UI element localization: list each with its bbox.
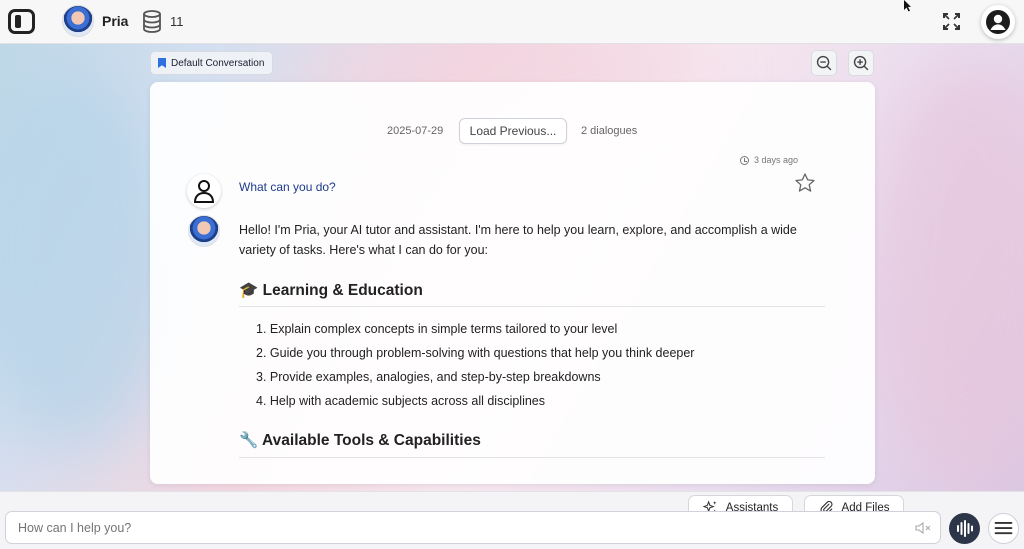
speaker-mute-icon[interactable] (915, 521, 931, 535)
conversation-tag[interactable]: Default Conversation (150, 51, 274, 75)
user-account-icon[interactable] (981, 5, 1015, 39)
conversation-tag-label: Default Conversation (171, 57, 265, 69)
mouse-cursor-icon (904, 0, 911, 12)
load-previous-button[interactable]: Load Previous... (459, 118, 567, 144)
pria-avatar (188, 215, 220, 247)
assistant-intro: Hello! I'm Pria, your AI tutor and assis… (239, 223, 797, 257)
dialogue-count: 2 dialogues (581, 125, 638, 137)
user-question: What can you do? (239, 180, 336, 194)
database-count: 11 (170, 14, 184, 29)
clock-icon (740, 155, 749, 165)
conversation-date: 2025-07-29 (387, 125, 444, 137)
chat-panel: 2025-07-29 Load Previous... 2 dialogues … (150, 82, 875, 484)
database-icon[interactable] (142, 10, 162, 33)
voice-wave-icon (957, 520, 973, 537)
list-item: 3. Provide examples, analogies, and step… (256, 370, 601, 384)
divider (239, 457, 825, 458)
bookmark-icon (158, 58, 166, 68)
zoom-out-button[interactable] (811, 50, 837, 76)
list-item: 2. Guide you through problem-solving wit… (256, 346, 695, 360)
zoom-in-icon (853, 55, 869, 71)
list-item: 1. Explain complex concepts in simple te… (256, 322, 618, 336)
fullscreen-icon[interactable] (943, 13, 960, 30)
capabilities-list: 1. Explain complex concepts in simple te… (256, 319, 694, 415)
list-item: 4. Help with academic subjects across al… (256, 394, 546, 408)
hamburger-menu-icon (994, 521, 1013, 535)
menu-button[interactable] (988, 513, 1019, 544)
assistant-name: Pria (102, 13, 129, 29)
person-icon (193, 180, 215, 203)
pria-avatar[interactable] (62, 5, 94, 37)
top-bar: Pria 11 (0, 0, 1024, 44)
chat-input[interactable] (5, 511, 941, 544)
timestamp-label: 3 days ago (754, 155, 799, 165)
divider (239, 306, 825, 307)
zoom-out-icon (816, 55, 832, 71)
section-heading: 🔧 Available Tools & Capabilities (239, 432, 481, 449)
sidebar-toggle-icon[interactable] (8, 9, 35, 34)
message-timestamp: 3 days ago (740, 155, 798, 165)
zoom-in-button[interactable] (848, 50, 874, 76)
voice-button[interactable] (949, 513, 980, 544)
star-icon[interactable] (794, 172, 816, 194)
user-avatar (187, 174, 221, 208)
background-cloud (870, 60, 1024, 480)
section-heading: 🎓 Learning & Education (239, 282, 423, 299)
